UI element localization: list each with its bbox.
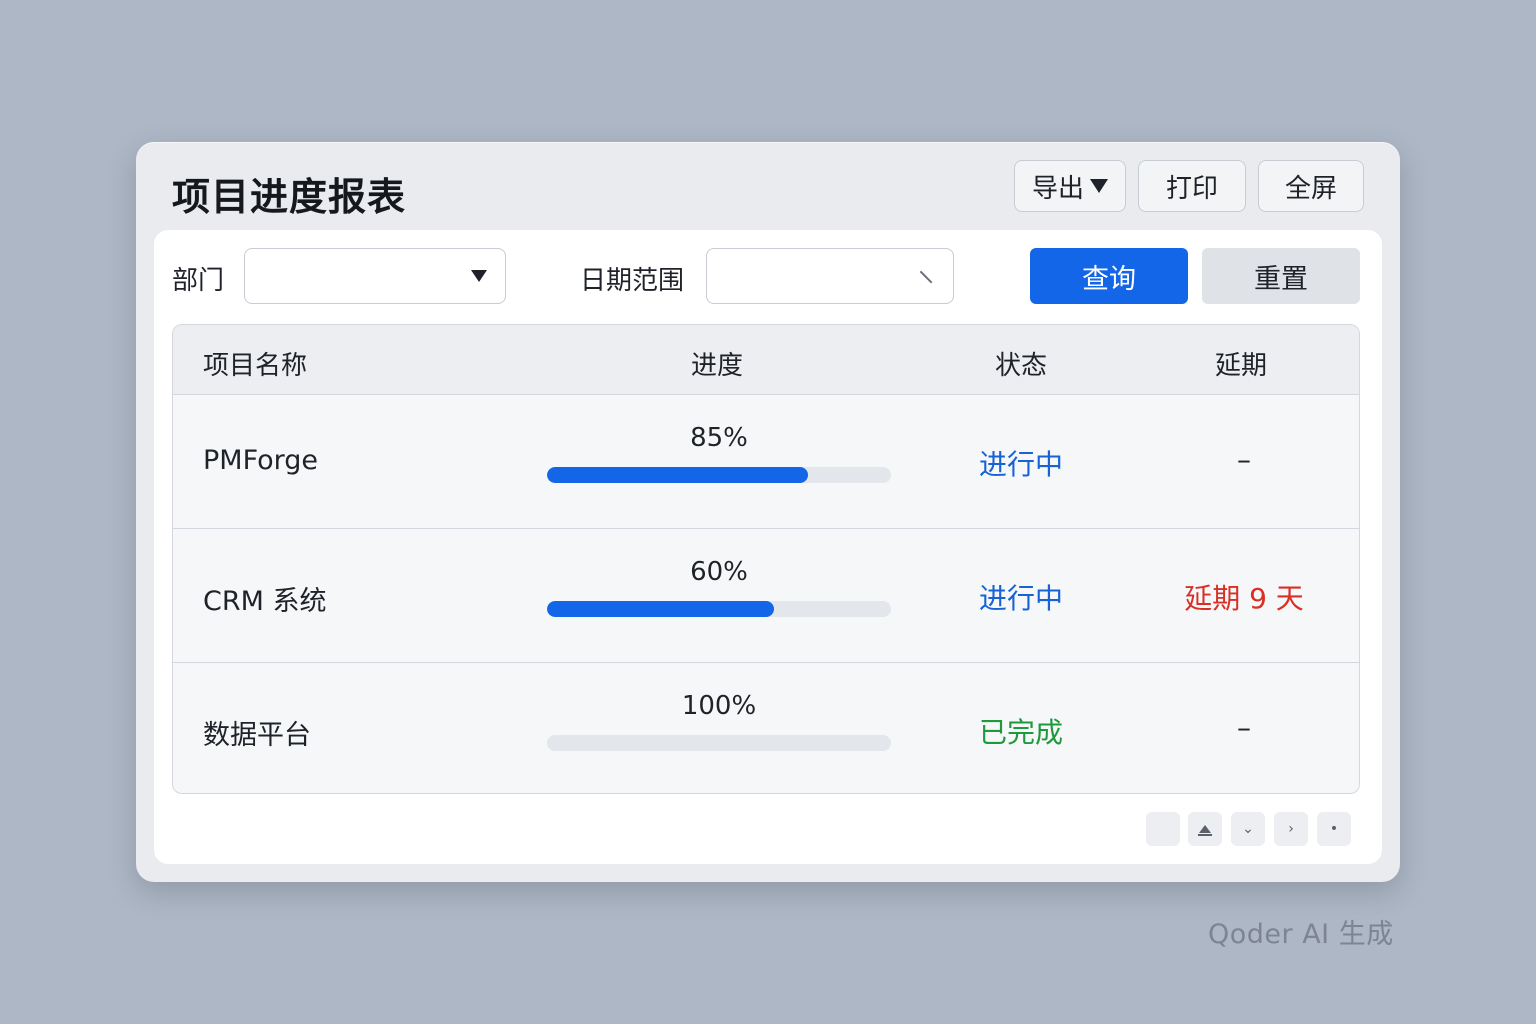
delay-value: – [1237,711,1251,744]
progress-bar-fill [547,467,809,483]
pagination-first-button[interactable] [1146,812,1180,846]
project-name: PMForge [203,445,319,476]
column-header-delay[interactable]: 延期 [1215,345,1267,382]
chevron-right-icon[interactable]: › [1274,812,1308,846]
column-header-name[interactable]: 项目名称 [203,345,307,382]
column-header-progress[interactable]: 进度 [691,345,743,382]
dot-icon[interactable]: • [1317,812,1351,846]
department-label: 部门 [172,266,225,296]
export-button-label: 导出 [1031,173,1084,204]
table-row[interactable]: 数据平台 100% 已完成 – [173,663,1359,793]
progress-bar [547,601,891,617]
report-content: 部门 日期范围 查询 重置 项目名称 进度 状态 延期 PMForge 85% [154,230,1382,864]
delay-value: – [1237,443,1251,476]
table-row[interactable]: PMForge 85% 进行中 – [173,395,1359,529]
progress-bar [547,467,891,483]
date-range-picker[interactable] [706,248,954,304]
eject-icon-bar [1198,834,1212,836]
table-row[interactable]: CRM 系统 60% 进行中 延期 9 天 [173,529,1359,663]
eject-icon [1199,825,1211,833]
project-name: 数据平台 [203,720,311,751]
export-button[interactable]: 导出 [1014,160,1126,212]
reset-button[interactable]: 重置 [1202,248,1360,304]
column-header-status[interactable]: 状态 [995,345,1047,382]
chevron-down-icon [471,270,487,282]
pagination-eject-button[interactable] [1188,812,1222,846]
progress-percent: 100% [681,691,757,721]
watermark-text: Qoder AI 生成 [1208,919,1394,950]
page-title: 项目进度报表 [172,175,407,219]
fullscreen-button[interactable]: 全屏 [1258,160,1364,212]
date-range-icon [919,270,933,284]
progress-bar-fill [547,601,775,617]
progress-percent: 85% [690,423,748,453]
caret-down-icon [1090,179,1108,193]
delay-value: 延期 9 天 [1184,582,1304,615]
status-badge: 进行中 [978,582,1063,615]
project-table: 项目名称 进度 状态 延期 PMForge 85% 进行中 – CRM 系统 6… [172,324,1360,794]
status-badge: 已完成 [978,716,1063,749]
chevron-down-icon[interactable]: ⌄ [1231,812,1265,846]
progress-percent: 60% [690,557,748,587]
status-badge: 进行中 [978,448,1063,481]
project-name: CRM 系统 [203,586,327,617]
print-button[interactable]: 打印 [1138,160,1246,212]
date-range-label: 日期范围 [580,266,685,296]
department-select[interactable] [244,248,506,304]
report-window: 项目进度报表 导出 打印 全屏 部门 日期范围 查询 重置 项目名称 进度 状态… [136,142,1400,882]
table-header: 项目名称 进度 状态 延期 [173,325,1359,395]
query-button[interactable]: 查询 [1030,248,1188,304]
progress-bar [547,735,891,751]
